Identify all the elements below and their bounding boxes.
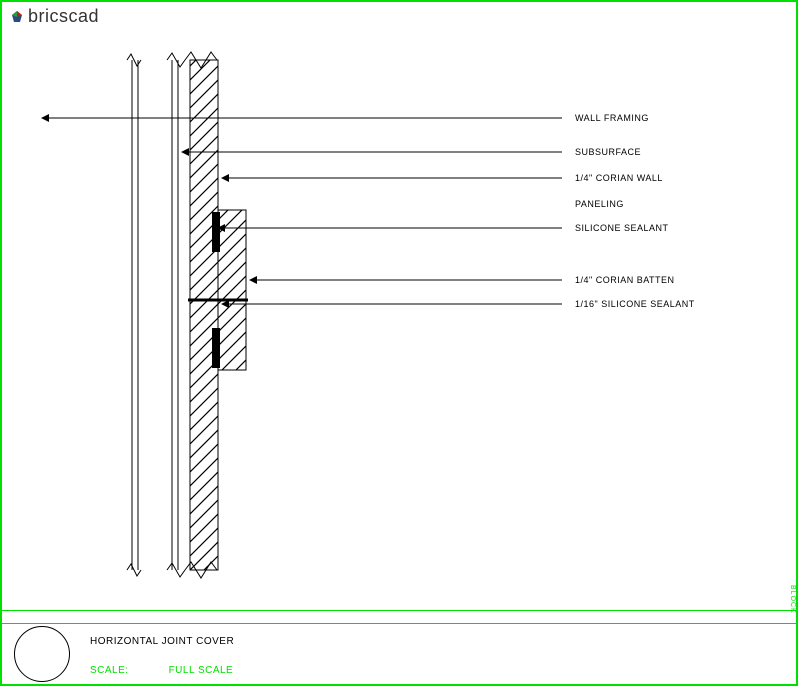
paneling-layer — [185, 52, 218, 578]
side-mark: BLOCK — [789, 585, 796, 614]
label-corian-wall: 1/4" CORIAN WALL — [575, 173, 663, 183]
title-divider — [2, 610, 796, 624]
label-subsurface: SUBSURFACE — [575, 147, 641, 157]
detail-circle-icon — [14, 626, 70, 682]
scale-label: SCALE: — [90, 665, 129, 676]
wall-framing-lines — [127, 53, 185, 577]
label-silicone-sealant: SILICONE SEALANT — [575, 223, 669, 233]
leaders — [42, 118, 562, 304]
label-silicone-sealant-16: 1/16" SILICONE SEALANT — [575, 299, 695, 309]
logo-icon — [10, 10, 24, 24]
scale-row: SCALE: FULL SCALE — [90, 665, 233, 676]
drawing-canvas — [2, 30, 796, 610]
label-corian-wall-2: PANELING — [575, 199, 624, 209]
label-corian-batten: 1/4" CORIAN BATTEN — [575, 275, 675, 285]
drawing-title: HORIZONTAL JOINT COVER — [90, 636, 234, 647]
app-logo: bricscad — [10, 6, 99, 27]
label-wall-framing: WALL FRAMING — [575, 113, 649, 123]
scale-value: FULL SCALE — [169, 665, 234, 676]
app-name: bricscad — [28, 6, 99, 27]
